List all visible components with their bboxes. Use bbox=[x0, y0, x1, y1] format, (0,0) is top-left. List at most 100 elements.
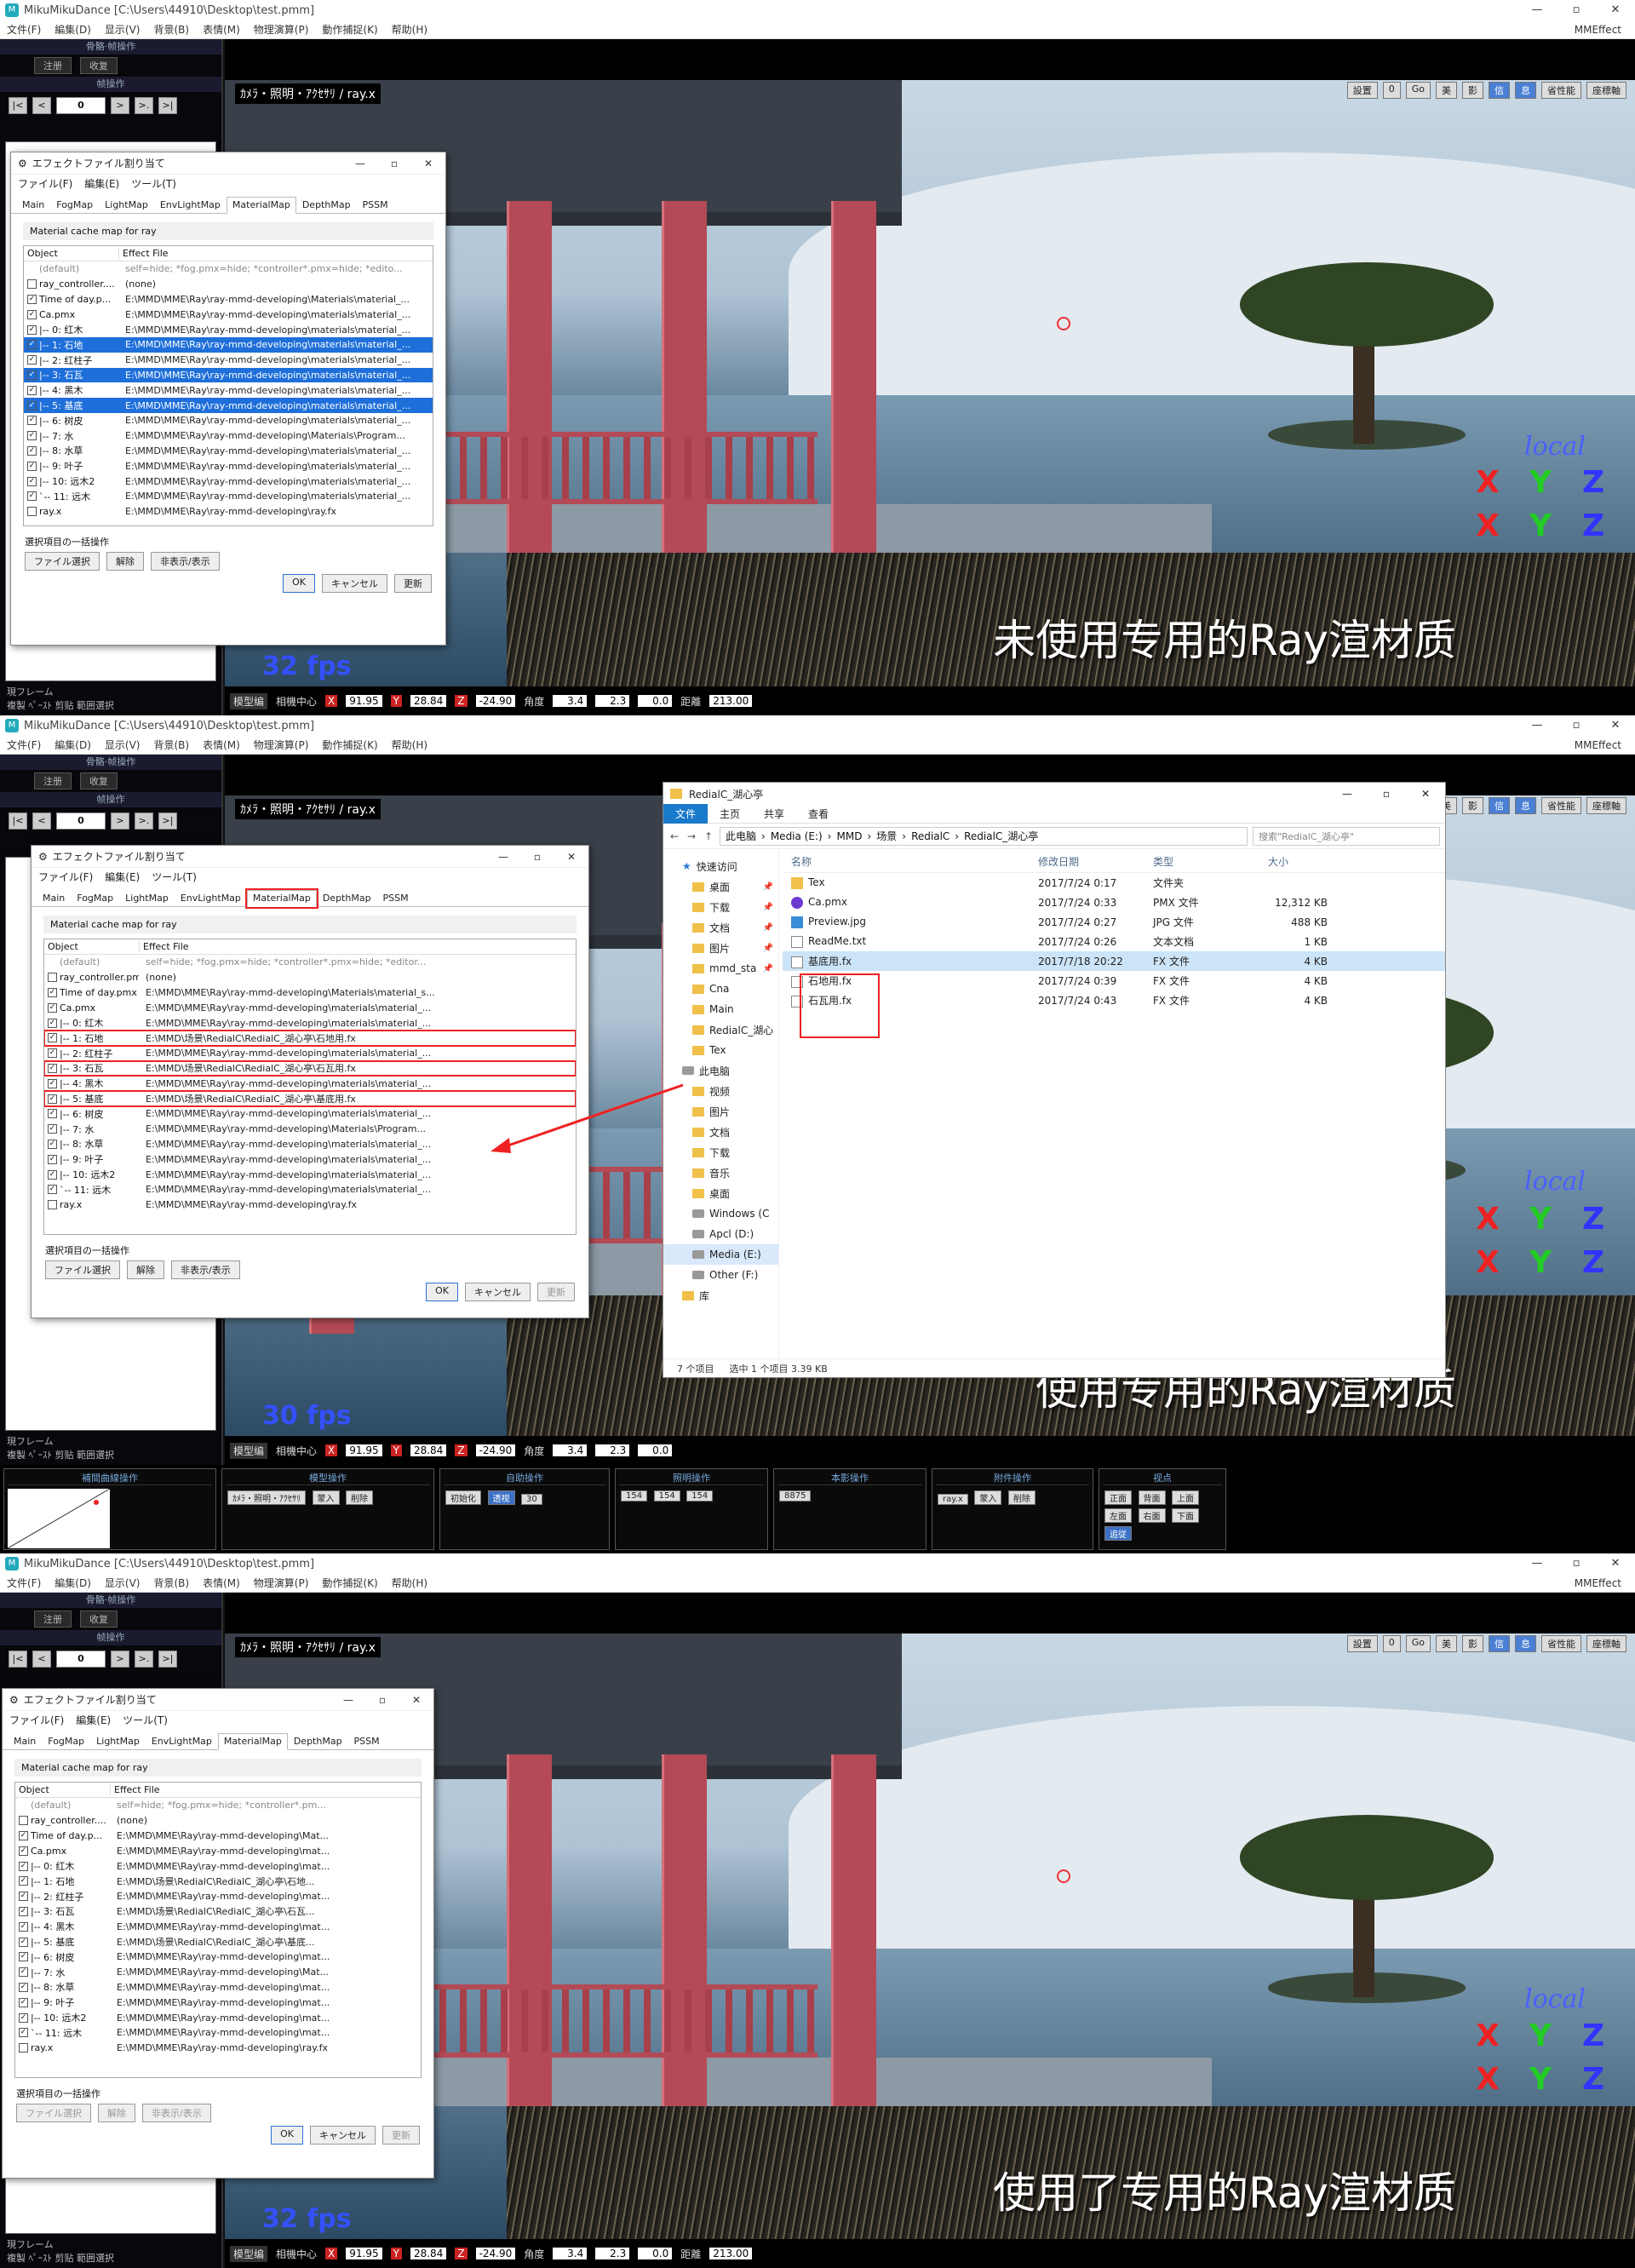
breadcrumb-current[interactable]: RedialC_湖心亭 bbox=[964, 829, 1038, 843]
z-axis-move-icon[interactable]: Z bbox=[1567, 1245, 1620, 1280]
list-row[interactable]: ray.x E:\MMD\MME\Ray\ray-mmd-developing\r… bbox=[24, 504, 433, 520]
nav-item[interactable]: 桌面 📌 bbox=[663, 876, 778, 897]
pin-icon[interactable]: 📌 bbox=[763, 923, 773, 933]
col-effect[interactable]: Effect File bbox=[111, 1784, 160, 1795]
row-checkbox[interactable]: ✓ bbox=[48, 1154, 57, 1164]
toggle-visibility-button[interactable]: 非表示/表示 bbox=[142, 2104, 211, 2122]
light-g[interactable]: 154 bbox=[653, 1490, 680, 1501]
row-checkbox[interactable]: ✓ bbox=[19, 1861, 28, 1871]
row-checkbox[interactable]: ✓ bbox=[19, 1967, 28, 1978]
list-row[interactable]: ✓ |-- 10: 远木2 E:\MMD\MME\Ray\ray-mmd-devel… bbox=[15, 2010, 421, 2025]
y-axis-move-icon[interactable]: Y bbox=[1514, 2062, 1567, 2097]
release-button[interactable]: 解除 bbox=[98, 2104, 135, 2122]
row-checkbox[interactable]: ✓ bbox=[19, 1830, 28, 1840]
list-row[interactable]: ✓ `-- 11: 远木 E:\MMD\MME\Ray\ray-mmd-develo… bbox=[24, 489, 433, 504]
list-row[interactable]: ray.x E:\MMD\MME\Ray\ray-mmd-developing\r… bbox=[15, 2041, 421, 2056]
tab-envlightmap[interactable]: EnvLightMap bbox=[175, 890, 247, 906]
view-front-button[interactable]: 正面 bbox=[1104, 1490, 1132, 1505]
x-axis-move-icon[interactable]: X bbox=[1461, 508, 1514, 543]
breadcrumb-this-pc[interactable]: 此电脑 bbox=[726, 829, 756, 843]
list-row[interactable]: ✓ Time of day.p... E:\MMD\MME\Ray\ray-mmd-… bbox=[15, 1829, 421, 1844]
mode-label[interactable]: 模型编 bbox=[230, 2245, 268, 2262]
up-arrow-icon[interactable]: ↑ bbox=[703, 830, 714, 842]
tab-envlightmap[interactable]: EnvLightMap bbox=[154, 197, 227, 213]
shadow-button[interactable]: 影 bbox=[1462, 1635, 1483, 1652]
breadcrumb-scene[interactable]: 场景 bbox=[876, 829, 897, 843]
performance-button[interactable]: 省性能 bbox=[1541, 797, 1581, 814]
register-model-button[interactable]: 蒙入 bbox=[312, 1490, 340, 1505]
y-axis-move-icon[interactable]: Y bbox=[1514, 508, 1567, 543]
first-frame-button[interactable]: |< bbox=[9, 97, 27, 114]
cancel-button[interactable]: キャンセル bbox=[465, 1283, 531, 1301]
last-frame-button[interactable]: >| bbox=[158, 97, 177, 114]
row-checkbox[interactable]: ✓ bbox=[27, 416, 37, 426]
menu-expression[interactable]: 表情(M) bbox=[196, 738, 247, 752]
copy-button[interactable]: 複製 bbox=[7, 700, 26, 711]
list-row[interactable]: ✓ |-- 1: 石地 E:\MMD\场景\RedialC\RedialC_湖心亭\… bbox=[15, 1874, 421, 1889]
go-button[interactable]: Go bbox=[1405, 1635, 1431, 1652]
cut-button[interactable]: 剪贴 bbox=[55, 2253, 74, 2264]
tab-pssm[interactable]: PSSM bbox=[348, 1733, 386, 1749]
row-checkbox[interactable]: ✓ bbox=[48, 1078, 57, 1088]
follow-button[interactable]: 追従 bbox=[1104, 1526, 1132, 1541]
tab-lightmap[interactable]: LightMap bbox=[119, 890, 175, 906]
menu-file[interactable]: 文件(F) bbox=[0, 22, 48, 37]
angle-y[interactable]: 2.3 bbox=[595, 695, 630, 707]
tab-materialmap[interactable]: MaterialMap bbox=[217, 1733, 288, 1750]
tab-depthmap[interactable]: DepthMap bbox=[288, 1733, 348, 1749]
paste-button[interactable]: ﾍﾟｰｽﾄ bbox=[29, 700, 53, 711]
row-checkbox[interactable]: ✓ bbox=[48, 1124, 57, 1134]
y-axis-rotate-icon[interactable]: Y bbox=[1514, 2018, 1567, 2053]
list-row[interactable]: (default) self=hide; *fog.pmx=hide; *cont… bbox=[24, 261, 433, 277]
list-row[interactable]: ✓ |-- 10: 远木2 E:\MMD\MME\Ray\ray-mmd-devel… bbox=[24, 474, 433, 489]
menu-mmeffect[interactable]: MMEffect bbox=[1568, 1577, 1628, 1589]
menu-background[interactable]: 背景(B) bbox=[146, 738, 196, 752]
select-file-button[interactable]: ファイル選択 bbox=[16, 2104, 91, 2122]
dialog-minimize[interactable]: — bbox=[343, 158, 377, 169]
angle-x[interactable]: 3.4 bbox=[553, 695, 588, 707]
row-checkbox[interactable]: ✓ bbox=[27, 355, 37, 365]
prev-frame-button[interactable]: < bbox=[32, 97, 51, 114]
file-row[interactable]: 石地用.fx 2017/7/24 0:39 FX 文件 4 KB bbox=[783, 971, 1445, 990]
center-y[interactable]: 28.84 bbox=[410, 695, 447, 707]
row-checkbox[interactable]: ✓ bbox=[48, 1094, 57, 1104]
file-row[interactable]: 基底用.fx 2017/7/18 20:22 FX 文件 4 KB bbox=[783, 951, 1445, 971]
last-frame-button[interactable]: >| bbox=[158, 812, 177, 830]
angle-z[interactable]: 0.0 bbox=[638, 1444, 673, 1456]
dialog-close[interactable]: ✕ bbox=[411, 158, 445, 169]
next-frame-button[interactable]: > bbox=[111, 1651, 129, 1668]
row-checkbox[interactable] bbox=[48, 973, 57, 983]
center-z[interactable]: -24.90 bbox=[475, 1444, 516, 1456]
list-row[interactable]: ✓ `-- 11: 远木 E:\MMD\MME\Ray\ray-mmd-develo… bbox=[44, 1182, 576, 1197]
x-axis-rotate-icon[interactable]: X bbox=[1461, 2018, 1514, 2053]
axis-button[interactable]: 座標軸 bbox=[1586, 797, 1626, 814]
nav-item[interactable]: Cna bbox=[663, 979, 778, 999]
list-row[interactable]: ✓ |-- 7: 水 E:\MMD\MME\Ray\ray-mmd-developi… bbox=[24, 428, 433, 444]
fov-value[interactable]: 30 bbox=[521, 1494, 542, 1505]
row-checkbox[interactable] bbox=[27, 507, 37, 517]
frame-number-input[interactable]: 0 bbox=[56, 812, 106, 830]
maximize-button[interactable]: ▫ bbox=[1557, 1553, 1596, 1574]
row-checkbox[interactable]: ✓ bbox=[19, 1876, 28, 1886]
3d-viewport[interactable]: ｶﾒﾗ・照明・ｱｸｾｻﾘ / ray.x 設置 0 Go 美 影 信 息 省性能… bbox=[225, 1593, 1635, 2268]
col-object[interactable]: Object bbox=[15, 1784, 111, 1795]
x-axis-move-icon[interactable]: X bbox=[1461, 2062, 1514, 2097]
row-checkbox[interactable]: ✓ bbox=[27, 324, 37, 335]
list-row[interactable]: ✓ `-- 11: 远木 E:\MMD\MME\Ray\ray-mmd-develo… bbox=[15, 2025, 421, 2041]
dialog-close[interactable]: ✕ bbox=[554, 851, 588, 863]
register-button[interactable]: 注册 bbox=[34, 1611, 72, 1628]
ribbon-view-tab[interactable]: 查看 bbox=[796, 804, 840, 824]
axis-button[interactable]: 座標軸 bbox=[1586, 1635, 1626, 1652]
prev-frame-button[interactable]: < bbox=[32, 1651, 51, 1668]
menu-edit[interactable]: 編集(D) bbox=[48, 738, 98, 752]
nav-item[interactable]: Windows (C bbox=[663, 1203, 778, 1224]
restore-button[interactable]: 收复 bbox=[80, 1611, 118, 1628]
list-row[interactable]: ✓ |-- 9: 叶子 E:\MMD\MME\Ray\ray-mmd-develop… bbox=[15, 1995, 421, 2010]
dialog-close[interactable]: ✕ bbox=[399, 1694, 433, 1706]
next-frame-button[interactable]: > bbox=[111, 97, 129, 114]
list-row[interactable]: ✓ |-- 8: 水草 E:\MMD\MME\Ray\ray-mmd-develop… bbox=[24, 444, 433, 459]
nav-item[interactable]: 库 bbox=[663, 1285, 778, 1306]
update-button[interactable]: 更新 bbox=[394, 574, 432, 593]
close-button[interactable]: ✕ bbox=[1596, 0, 1635, 20]
menu-edit[interactable]: 編集(D) bbox=[48, 22, 98, 37]
